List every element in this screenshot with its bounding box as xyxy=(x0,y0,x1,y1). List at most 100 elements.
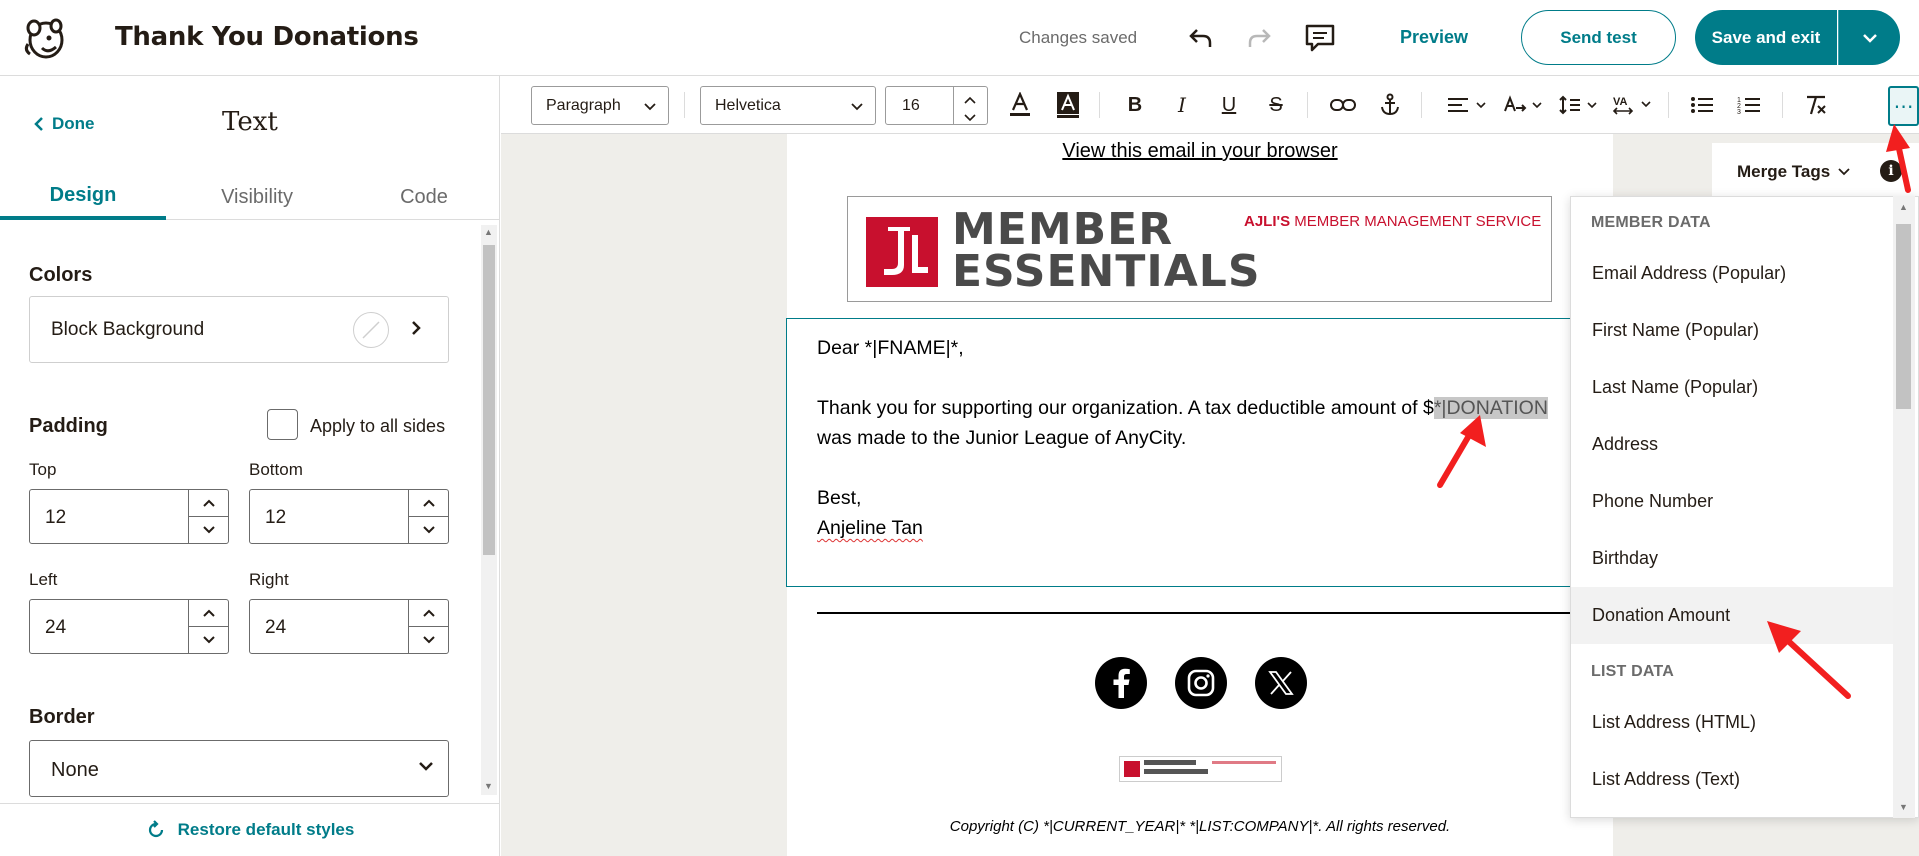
merge-tag-last-name[interactable]: Last Name (Popular) xyxy=(1571,359,1896,416)
done-button[interactable]: Done xyxy=(34,114,95,134)
banner-tagline-bold: AJLI'S xyxy=(1244,213,1291,230)
redo-icon[interactable] xyxy=(1241,20,1277,56)
padding-right-value: 24 xyxy=(265,617,287,638)
banner-title-line-2: ESSENTIALS xyxy=(952,246,1261,297)
svg-text:VA: VA xyxy=(1613,96,1628,108)
info-icon[interactable]: i xyxy=(1880,160,1902,182)
merge-tag-donation-amount[interactable]: Donation Amount xyxy=(1571,587,1896,644)
chevron-up-icon[interactable] xyxy=(189,490,228,517)
merge-tag-list-address-html[interactable]: List Address (HTML) xyxy=(1571,694,1896,751)
x-twitter-icon[interactable] xyxy=(1255,657,1307,709)
instagram-icon[interactable] xyxy=(1175,657,1227,709)
banner-tagline: AJLI'S MEMBER MANAGEMENT SERVICE xyxy=(1244,213,1541,230)
anchor-icon[interactable] xyxy=(1375,90,1405,120)
comment-icon[interactable] xyxy=(1302,20,1338,56)
tab-visibility[interactable]: Visibility xyxy=(166,174,348,220)
padding-right-label: Right xyxy=(249,570,289,589)
chevron-down-icon[interactable] xyxy=(189,517,228,544)
clear-formatting-icon[interactable] xyxy=(1801,90,1831,120)
padding-left-stepper[interactable]: 24 xyxy=(29,599,229,654)
border-heading: Border xyxy=(29,706,95,728)
chevron-down-icon xyxy=(418,759,434,777)
restore-default-styles-button[interactable]: Restore default styles xyxy=(0,803,500,856)
font-family-select[interactable]: Helvetica xyxy=(700,86,876,125)
restore-icon xyxy=(148,820,163,838)
chevron-down-icon[interactable] xyxy=(409,517,448,544)
merge-tag-phone-number[interactable]: Phone Number xyxy=(1571,473,1896,530)
chevron-down-icon[interactable] xyxy=(964,109,976,127)
divider xyxy=(817,612,1587,614)
merge-tag-first-name[interactable]: First Name (Popular) xyxy=(1571,302,1896,359)
body-text-1: Thank you for supporting our organizatio… xyxy=(817,397,1434,419)
svg-text:3: 3 xyxy=(1737,109,1741,115)
preview-link[interactable]: Preview xyxy=(1400,27,1468,48)
padding-left-label: Left xyxy=(29,570,58,589)
tab-code[interactable]: Code xyxy=(348,174,500,220)
chevron-up-icon[interactable] xyxy=(964,91,976,109)
save-options-chevron-down-icon[interactable] xyxy=(1838,10,1900,65)
merge-tag-address[interactable]: Address xyxy=(1571,416,1896,473)
text-direction-icon[interactable] xyxy=(1501,90,1545,120)
chevron-down-icon[interactable] xyxy=(189,627,228,654)
padding-top-stepper[interactable]: 12 xyxy=(29,489,229,544)
chevron-up-icon[interactable] xyxy=(409,600,448,627)
donation-merge-tag[interactable]: *|DONATION xyxy=(1433,397,1548,419)
top-bar: Thank You Donations Changes saved Previe… xyxy=(0,0,1919,76)
tab-design[interactable]: Design xyxy=(0,174,166,220)
campaign-title[interactable]: Thank You Donations xyxy=(115,22,419,52)
panel-title: Text xyxy=(222,107,278,137)
chevron-up-icon[interactable] xyxy=(189,600,228,627)
underline-icon[interactable]: U xyxy=(1214,90,1244,120)
padding-right-stepper[interactable]: 24 xyxy=(249,599,449,654)
apply-all-sides-label: Apply to all sides xyxy=(310,416,446,436)
highlight-color-icon[interactable] xyxy=(1053,90,1083,120)
numbered-list-icon[interactable]: 123 xyxy=(1734,90,1764,120)
align-left-icon[interactable] xyxy=(1445,90,1489,120)
signature-line[interactable]: Anjeline Tan xyxy=(817,517,923,540)
merge-tags-menu: MEMBER DATA Email Address (Popular) Firs… xyxy=(1570,196,1919,818)
save-and-exit-button[interactable]: Save and exit xyxy=(1695,10,1837,65)
bold-icon[interactable]: B xyxy=(1120,90,1150,120)
bullet-list-icon[interactable] xyxy=(1687,90,1717,120)
merge-tag-list-address-text[interactable]: List Address (Text) xyxy=(1571,751,1896,808)
italic-icon[interactable]: I xyxy=(1167,90,1197,120)
colors-heading: Colors xyxy=(29,264,93,286)
link-icon[interactable] xyxy=(1328,90,1358,120)
font-size-stepper[interactable]: 16 xyxy=(885,86,988,125)
chevron-up-icon[interactable] xyxy=(409,490,448,517)
merge-tags-dropdown-toggle[interactable]: Merge Tags xyxy=(1737,162,1850,182)
send-test-button[interactable]: Send test xyxy=(1521,10,1676,65)
member-essentials-banner[interactable]: MEMBER ESSENTIALS AJLI'S MEMBER MANAGEME… xyxy=(847,196,1552,302)
facebook-icon[interactable] xyxy=(1095,657,1147,709)
merge-tag-email-address[interactable]: Email Address (Popular) xyxy=(1571,245,1896,302)
text-color-icon[interactable] xyxy=(1005,90,1035,120)
paragraph-style-select[interactable]: Paragraph xyxy=(531,86,669,125)
block-background-picker[interactable]: Block Background xyxy=(29,296,449,363)
greeting-line[interactable]: Dear *|FNAME|*, xyxy=(817,337,964,360)
padding-bottom-stepper[interactable]: 12 xyxy=(249,489,449,544)
padding-bottom-value: 12 xyxy=(265,507,287,528)
strikethrough-icon[interactable]: S xyxy=(1261,90,1291,120)
body-line-2[interactable]: was made to the Junior League of AnyCity… xyxy=(817,427,1186,450)
done-label: Done xyxy=(52,114,95,133)
border-select[interactable]: None xyxy=(29,740,449,797)
closing-line[interactable]: Best, xyxy=(817,487,861,510)
selected-text-block[interactable]: Dear *|FNAME|*, Thank you for supporting… xyxy=(786,318,1586,587)
body-line-1[interactable]: Thank you for supporting our organizatio… xyxy=(817,397,1548,420)
apply-all-sides-checkbox[interactable] xyxy=(267,409,298,440)
block-settings-panel: Done Text Design Visibility Code ▲ ▼ Col… xyxy=(0,76,500,856)
mailchimp-logo-icon[interactable] xyxy=(22,14,70,62)
chevron-down-icon[interactable] xyxy=(409,627,448,654)
panel-scrollbar[interactable]: ▲ ▼ xyxy=(481,225,497,795)
more-options-icon[interactable]: ⋯ xyxy=(1888,86,1919,126)
merge-tag-birthday[interactable]: Birthday xyxy=(1571,530,1896,587)
undo-icon[interactable] xyxy=(1183,20,1219,56)
no-color-swatch-icon xyxy=(353,312,389,348)
merge-tags-label: Merge Tags xyxy=(1737,162,1831,181)
merge-group-list-data: LIST DATA xyxy=(1591,663,1674,680)
merge-tags-scrollbar[interactable]: ▲ ▼ xyxy=(1893,196,1915,818)
panel-tabs: Design Visibility Code xyxy=(0,174,500,220)
view-in-browser-link[interactable]: View this email in your browser xyxy=(787,140,1613,163)
line-height-icon[interactable] xyxy=(1556,90,1600,120)
letter-spacing-icon[interactable]: VA xyxy=(1610,90,1654,120)
